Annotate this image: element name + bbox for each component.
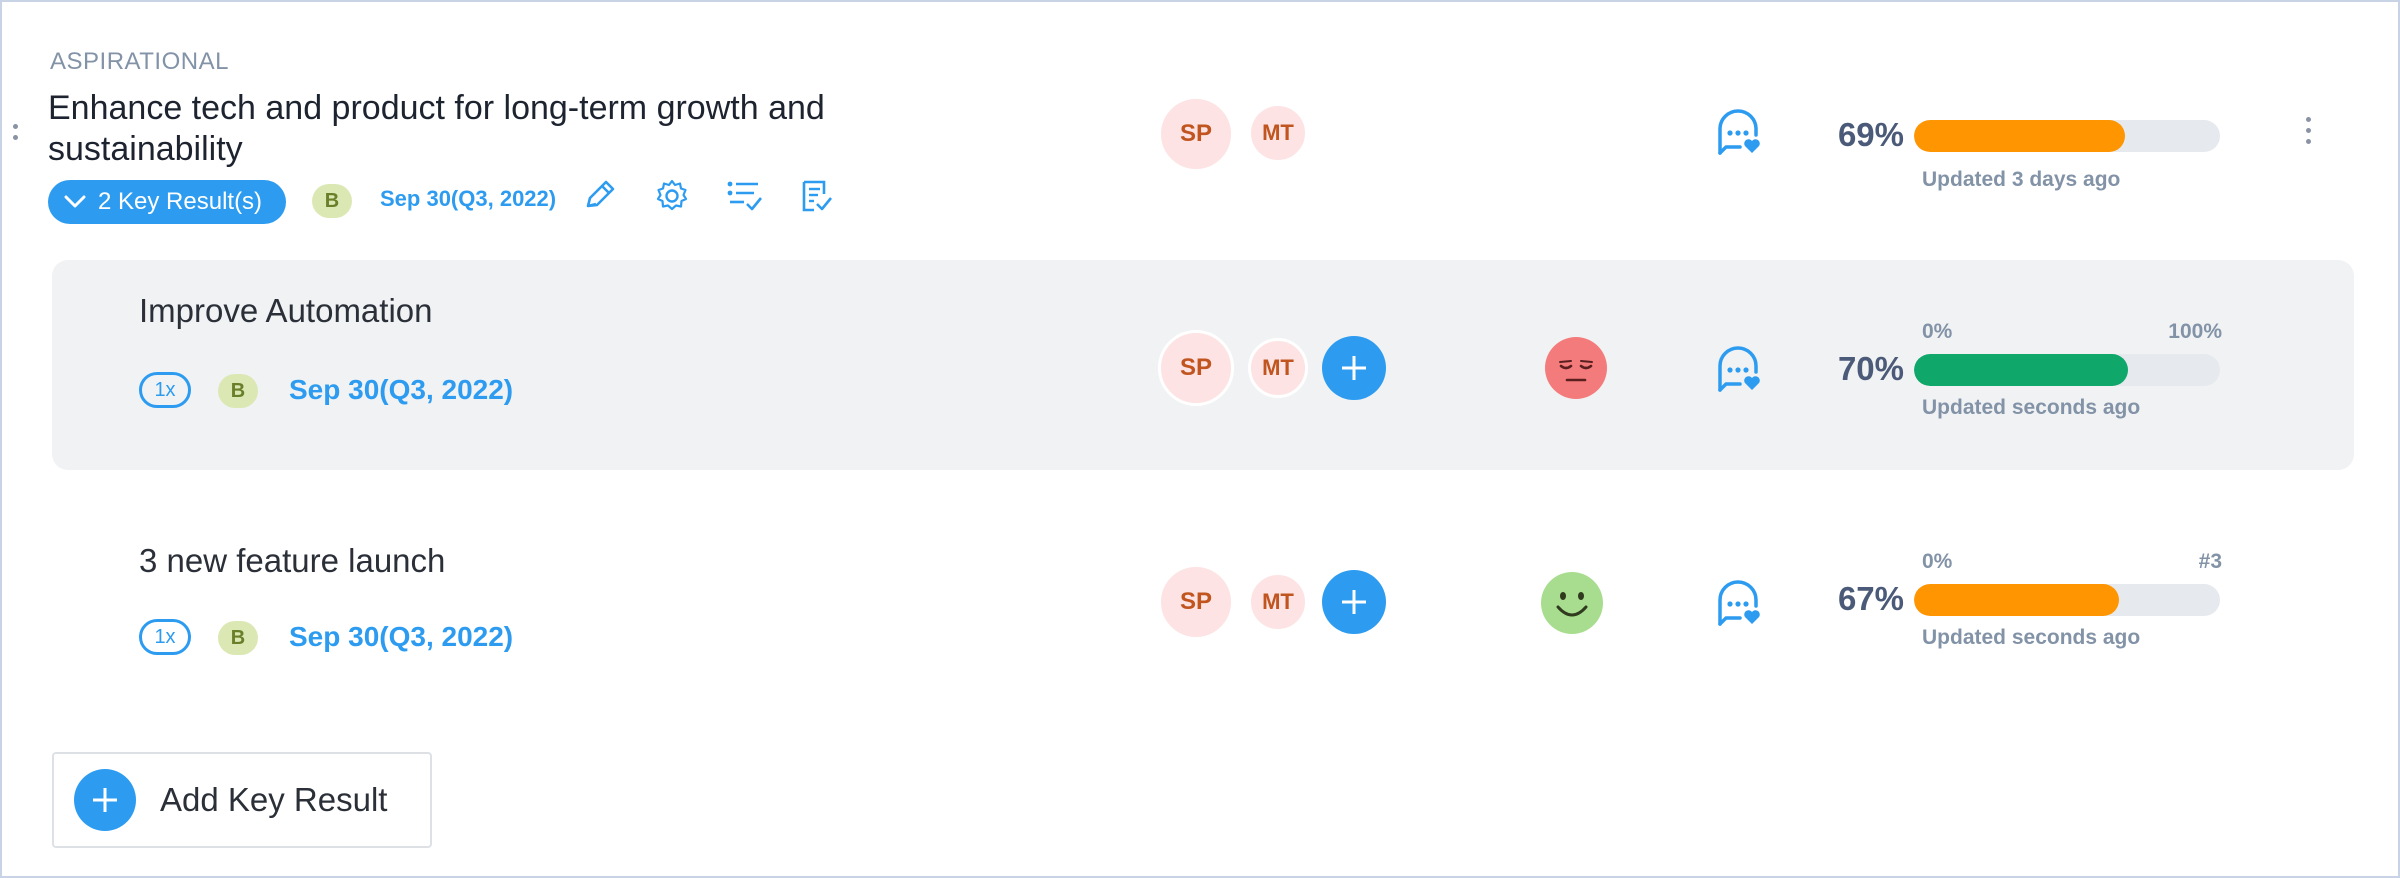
okr-card: ASPIRATIONAL Enhance tech and product fo… [0,0,2400,878]
grade-badge: B [218,374,258,408]
objective-due-date[interactable]: Sep 30(Q3, 2022) [380,186,556,212]
chevron-down-icon [64,188,86,216]
sad-mood-icon[interactable] [1544,336,1608,400]
multiplier-badge[interactable]: 1x [139,372,191,408]
add-owner-button[interactable] [1322,336,1386,400]
key-result-progress-bar[interactable] [1914,584,2220,616]
objective-progress-bar[interactable] [1914,120,2220,152]
key-result-due-date[interactable]: Sep 30(Q3, 2022) [289,621,513,653]
objective-progress-fill [1914,120,2126,152]
key-result-due-date[interactable]: Sep 30(Q3, 2022) [289,374,513,406]
add-key-result-label: Add Key Result [160,781,388,818]
plus-icon [1342,590,1366,614]
key-results-toggle-label: 2 Key Result(s) [98,188,263,215]
key-result-updated-text: Updated seconds ago [1922,396,2141,419]
grade-badge: B [312,184,352,218]
range-end: #3 [2198,550,2222,573]
objective-progress-percent: 69% [1837,116,1904,153]
edit-icon[interactable] [580,176,620,216]
more-options-icon[interactable] [2302,117,2314,157]
key-results-toggle-button[interactable]: 2 Key Result(s) [48,180,286,224]
plus-icon [1342,356,1366,380]
key-result-progress-fill [1914,354,2129,386]
owner-avatar[interactable]: MT [1248,572,1308,632]
add-owner-button[interactable] [1322,570,1386,634]
plus-icon [74,769,136,831]
objective-updated-text: Updated 3 days ago [1922,168,2121,191]
owner-avatar[interactable]: SP [1158,330,1234,406]
settings-gear-icon[interactable] [652,176,692,216]
key-result-title[interactable]: Improve Automation [139,292,433,330]
conversation-icon[interactable] [1710,576,1766,632]
objective-category: ASPIRATIONAL [50,48,229,75]
grade-badge: B [218,621,258,655]
key-result-progress-percent: 70% [1837,350,1904,387]
review-notes-icon[interactable] [796,176,836,216]
drag-handle-icon[interactable] [11,124,19,154]
range-start: 0% [1922,550,1953,573]
owner-avatar[interactable]: MT [1248,103,1308,163]
owner-avatar[interactable]: SP [1158,96,1234,172]
owner-avatar[interactable]: MT [1248,338,1308,398]
checklist-icon[interactable] [724,176,764,216]
conversation-icon[interactable] [1710,105,1766,161]
key-result-title[interactable]: 3 new feature launch [139,542,445,580]
key-result-progress-fill [1914,584,2120,616]
objective-title[interactable]: Enhance tech and product for long-term g… [48,88,908,170]
happy-mood-icon[interactable] [1540,571,1604,635]
conversation-icon[interactable] [1710,342,1766,398]
multiplier-badge[interactable]: 1x [139,619,191,655]
add-key-result-button[interactable]: Add Key Result [52,752,432,848]
owner-avatar[interactable]: SP [1158,564,1234,640]
key-result-progress-percent: 67% [1837,580,1904,617]
key-result-updated-text: Updated seconds ago [1922,626,2141,649]
range-end: 100% [2168,320,2222,343]
key-result-progress-bar[interactable] [1914,354,2220,386]
range-start: 0% [1922,320,1953,343]
